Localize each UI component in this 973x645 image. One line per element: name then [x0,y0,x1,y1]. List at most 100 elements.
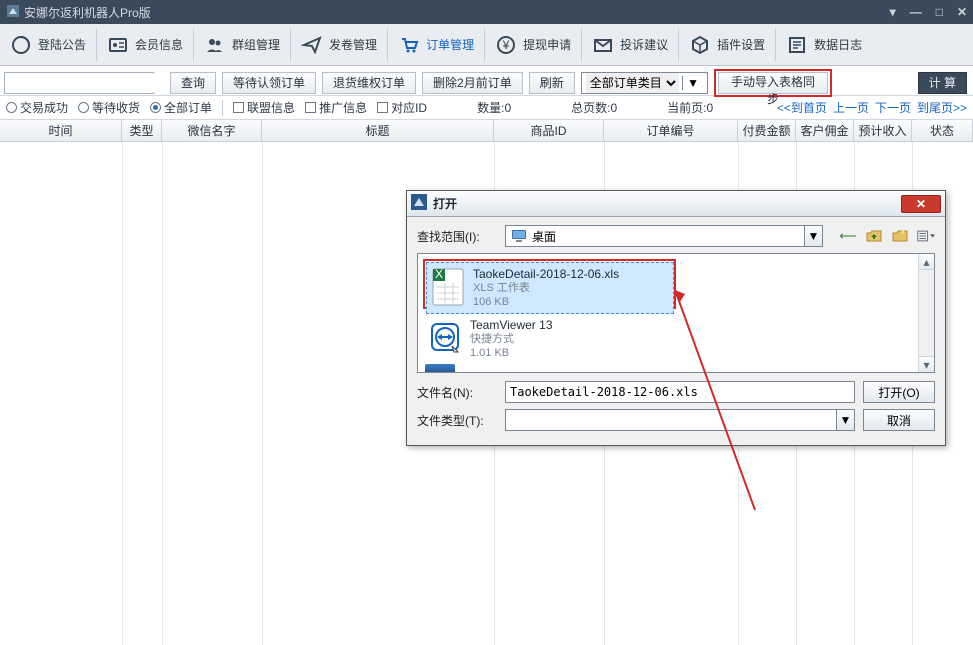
nav-label: 提现申请 [523,36,571,53]
radio-success[interactable]: 交易成功 [6,99,68,116]
pager: <<到首页 上一页 下一页 到尾页>> [777,99,967,116]
chevron-down-icon[interactable]: ▼ [804,226,822,246]
col-time[interactable]: 时间 [0,120,122,141]
nav-label: 发卷管理 [329,36,377,53]
file-type: 快捷方式 [470,332,553,346]
group-icon [204,34,226,56]
close-button[interactable]: ✕ [957,5,967,19]
current-page-label: 当前页:0 [667,99,713,116]
search-box[interactable] [4,72,154,94]
nav-login-notice[interactable]: 登陆公告 [0,24,96,66]
nav-coupon-manage[interactable]: 发卷管理 [291,24,387,66]
filter-bar: 交易成功 等待收货 全部订单 联盟信息 推广信息 对应ID 数量:0 总页数:0… [0,96,973,120]
filetype-label: 文件类型(T): [417,412,497,429]
nav-label: 订单管理 [426,36,474,53]
box-icon [689,34,711,56]
file-type: XLS 工作表 [473,281,619,295]
file-item-xls[interactable]: X TaokeDetail-2018-12-06.xls XLS 工作表 106… [426,262,674,314]
nav-complaints[interactable]: 投诉建议 [582,24,678,66]
cart-icon [398,34,420,56]
nav-order-manage[interactable]: 订单管理 [388,24,484,66]
file-size: 1.01 KB [470,346,553,360]
yen-icon: ¥ [495,34,517,56]
look-in-label: 查找范围(I): [417,228,497,245]
nav-plugins[interactable]: 插件设置 [679,24,775,66]
filename-label: 文件名(N): [417,384,497,401]
svg-text:X: X [435,267,443,281]
toolbar: 查询 等待认领订单 退货维权订单 删除2月前订单 刷新 全部订单类目 ▼ 手动导… [0,66,973,96]
dialog-close-button[interactable]: ✕ [901,195,941,213]
open-button[interactable]: 打开(O) [863,381,935,403]
manual-import-highlight: 手动导入表格同步 [714,69,832,97]
nav-label: 投诉建议 [620,36,668,53]
nav-data-log[interactable]: 数据日志 [776,24,872,66]
count-label: 数量:0 [477,99,511,116]
check-union[interactable]: 联盟信息 [233,99,295,116]
view-menu-icon[interactable] [917,227,935,245]
refresh-button[interactable]: 刷新 [529,72,575,94]
dropdown-icon[interactable]: ▾ [890,5,896,19]
calculate-button[interactable]: 计 算 [918,72,967,94]
nav-label: 数据日志 [814,36,862,53]
table-header: 时间 类型 微信名字 标题 商品ID 订单编号 付费金额 客户佣金 预计收入 状… [0,120,973,142]
minimize-button[interactable]: — [910,5,922,19]
col-order-no[interactable]: 订单编号 [604,120,738,141]
prev-page[interactable]: 上一页 [833,99,869,116]
nav-withdraw[interactable]: ¥ 提现申请 [485,24,581,66]
app-icon [6,4,20,21]
next-page[interactable]: 下一页 [875,99,911,116]
first-page[interactable]: <<到首页 [777,99,827,116]
filename-input[interactable] [505,381,855,403]
partial-file-icon [425,364,455,372]
filetype-combo[interactable]: ▼ [505,409,855,431]
cancel-button[interactable]: 取消 [863,409,935,431]
manual-import-button[interactable]: 手动导入表格同步 [718,72,828,94]
col-status[interactable]: 状态 [912,120,973,141]
col-commission[interactable]: 客户佣金 [796,120,854,141]
file-size: 106 KB [473,295,619,309]
dialog-titlebar[interactable]: 打开 ✕ [407,191,945,217]
new-folder-icon[interactable] [891,227,909,245]
wait-claim-button[interactable]: 等待认领订单 [222,72,316,94]
nav-group-manage[interactable]: 群组管理 [194,24,290,66]
desktop-icon [510,228,528,244]
chevron-down-icon[interactable]: ▼ [836,410,854,430]
delete-old-button[interactable]: 删除2月前订单 [422,72,523,94]
col-type[interactable]: 类型 [122,120,162,141]
check-id[interactable]: 对应ID [377,99,427,116]
open-file-dialog: 打开 ✕ 查找范围(I): 桌面 ▼ ⟵ X Tao [406,190,946,446]
look-in-combo[interactable]: 桌面 ▼ [505,225,823,247]
col-product-id[interactable]: 商品ID [494,120,604,141]
up-folder-icon[interactable] [865,227,883,245]
col-title[interactable]: 标题 [262,120,494,141]
col-paid[interactable]: 付费金额 [738,120,796,141]
refund-button[interactable]: 退货维权订单 [322,72,416,94]
search-input[interactable] [11,74,166,92]
scroll-down-icon[interactable]: ▾ [919,356,934,372]
megaphone-icon [10,34,32,56]
check-promo[interactable]: 推广信息 [305,99,367,116]
pages-label: 总页数:0 [571,99,617,116]
radio-waiting[interactable]: 等待收货 [78,99,140,116]
nav-label: 会员信息 [135,36,183,53]
window-title: 安娜尔返利机器人Pro版 [24,4,151,21]
last-page[interactable]: 到尾页>> [917,99,967,116]
look-in-value: 桌面 [532,228,804,245]
query-button[interactable]: 查询 [170,72,216,94]
teamviewer-icon [428,318,462,358]
file-item-tv[interactable]: TeamViewer 13 快捷方式 1.01 KB [424,314,672,364]
category-select[interactable]: 全部订单类目 ▼ [581,72,708,94]
radio-all[interactable]: 全部订单 [150,99,212,116]
window-titlebar: 安娜尔返利机器人Pro版 ▾ — □ ✕ [0,0,973,24]
nav-label: 登陆公告 [38,36,86,53]
file-list[interactable]: X TaokeDetail-2018-12-06.xls XLS 工作表 106… [417,253,935,373]
back-icon[interactable]: ⟵ [839,227,857,245]
nav-member-info[interactable]: 会员信息 [97,24,193,66]
col-income[interactable]: 预计收入 [854,120,912,141]
file-list-scrollbar[interactable]: ▴ ▾ [918,254,934,372]
xls-icon: X [431,267,465,307]
nav-label: 插件设置 [717,36,765,53]
col-wechat[interactable]: 微信名字 [162,120,262,141]
scroll-up-icon[interactable]: ▴ [919,254,934,270]
maximize-button[interactable]: □ [936,5,943,19]
